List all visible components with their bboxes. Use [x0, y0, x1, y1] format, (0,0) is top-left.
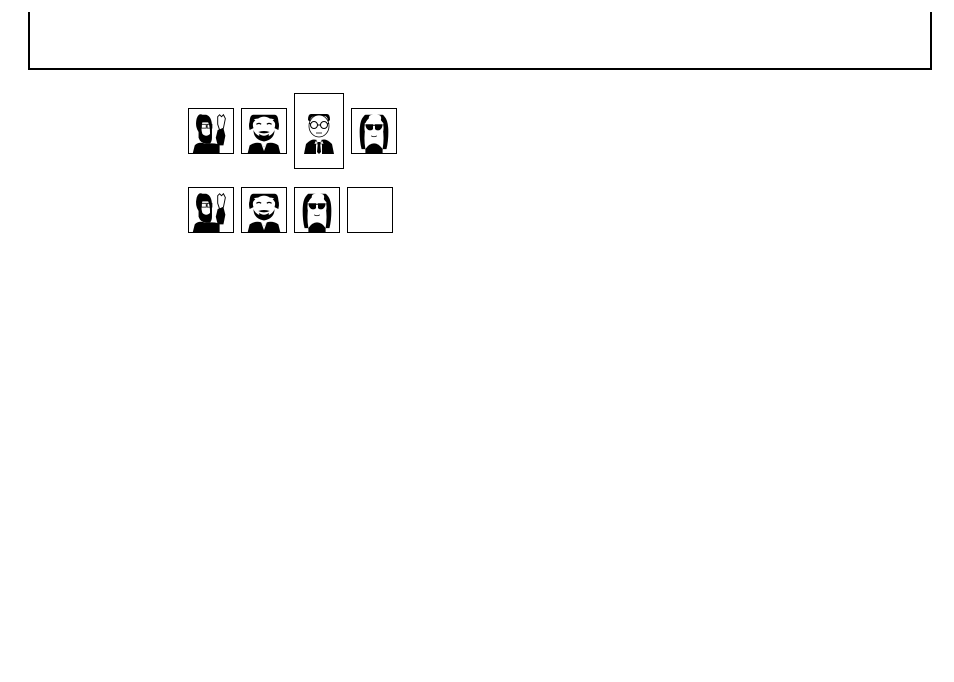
portrait-d-icon — [295, 188, 339, 232]
thumbnail-portrait-b[interactable] — [241, 187, 287, 233]
portrait-b-icon — [242, 188, 286, 232]
portrait-a-icon — [189, 109, 233, 153]
portrait-b-icon — [242, 109, 286, 153]
portrait-a-icon — [189, 188, 233, 232]
header-bar — [28, 12, 932, 70]
thumbnail-portrait-b[interactable] — [241, 108, 287, 154]
portrait-d-icon — [352, 109, 396, 153]
thumbnail-portrait-c-selected[interactable] — [294, 93, 344, 169]
thumbnail-portrait-d[interactable] — [351, 108, 397, 154]
thumbnail-portrait-a[interactable] — [188, 108, 234, 154]
portrait-c-icon — [296, 108, 342, 154]
thumbnail-rows — [188, 108, 397, 266]
thumbnail-row — [188, 108, 397, 154]
thumbnail-portrait-a[interactable] — [188, 187, 234, 233]
thumbnail-row — [188, 187, 397, 233]
thumbnail-empty-slot[interactable] — [347, 187, 393, 233]
thumbnail-portrait-d[interactable] — [294, 187, 340, 233]
